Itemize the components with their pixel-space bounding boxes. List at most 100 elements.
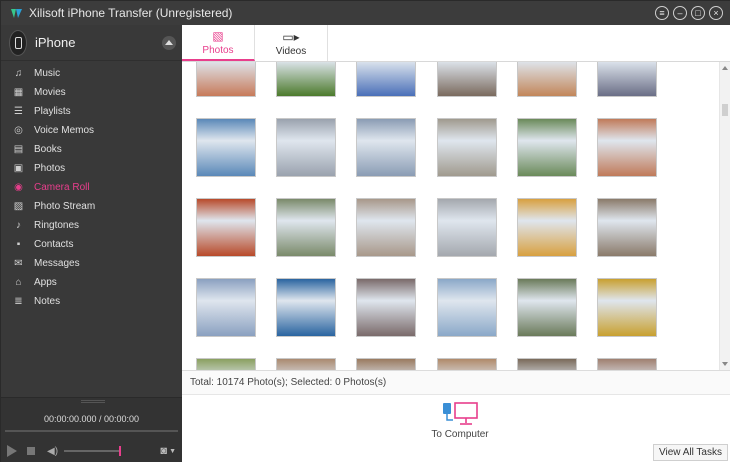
sidebar-item-label: Music (34, 68, 61, 79)
snapshot-camera-icon[interactable]: ◙ (160, 445, 167, 457)
photo-thumbnail[interactable] (517, 62, 577, 97)
iphone-icon (9, 29, 27, 56)
photo-thumbnail[interactable] (276, 62, 336, 97)
sidebar-item-label: Apps (34, 277, 57, 288)
photo-thumbnail[interactable] (437, 118, 497, 177)
movies-icon: ▦ (13, 87, 24, 98)
sidebar-item-books[interactable]: ▤ Books (1, 140, 182, 159)
photo-thumbnail[interactable] (597, 358, 657, 370)
status-bar: Total: 10174 Photo(s); Selected: 0 Photo… (182, 370, 730, 394)
messages-icon: ✉ (14, 258, 23, 269)
microphone-icon: ◎ (14, 125, 23, 136)
view-all-tasks-button[interactable]: View All Tasks (653, 444, 728, 461)
sidebar-item-label: Photos (34, 163, 66, 174)
minimize-icon[interactable]: – (673, 6, 687, 20)
scroll-up-icon[interactable] (722, 66, 728, 70)
sidebar-item-voice-memos[interactable]: ◎ Voice Memos (1, 121, 182, 140)
status-text: Total: 10174 Photo(s); Selected: 0 Photo… (190, 377, 387, 388)
notes-icon: ≣ (14, 296, 23, 307)
menu-icon[interactable]: ≡ (655, 6, 669, 20)
scroll-down-icon[interactable] (722, 362, 728, 366)
photo-thumbnail[interactable] (597, 198, 657, 257)
sidebar-item-label: Messages (34, 258, 80, 269)
app-window: Xilisoft iPhone Transfer (Unregistered) … (0, 0, 730, 462)
photo-thumbnail[interactable] (196, 198, 256, 257)
photo-thumbnail[interactable] (517, 118, 577, 177)
sidebar-item-label: Ringtones (34, 220, 80, 231)
sidebar-item-playlists[interactable]: ☰ Playlists (1, 102, 182, 121)
camera-icon: ◉ (14, 182, 23, 193)
playback-progress[interactable] (5, 430, 178, 432)
library-nav: ♫ Music ▦ Movies ☰ Playlists ◎ Voice Memos ▤ Book… (1, 61, 182, 311)
photo-thumbnail[interactable] (356, 278, 416, 337)
photo-thumbnail[interactable] (437, 62, 497, 97)
sidebar: iPhone ♫ Music ▦ Movies ☰ Playlists ◎ Voice Mem… (1, 25, 182, 462)
sidebar-item-label: Playlists (34, 106, 71, 117)
sidebar-item-ringtones[interactable]: ♪ Ringtones (1, 216, 182, 235)
photo-thumbnail[interactable] (276, 118, 336, 177)
device-header[interactable]: iPhone (1, 25, 182, 61)
player-controls: ◀) ◙ ▼ (7, 444, 176, 458)
tab-photos[interactable]: ▧ Photos (182, 25, 255, 61)
sidebar-item-label: Voice Memos (34, 125, 95, 136)
photo-thumbnail[interactable] (196, 358, 256, 370)
photo-stream-icon: ▨ (13, 201, 24, 212)
sidebar-item-apps[interactable]: ⌂ Apps (1, 273, 182, 292)
sidebar-item-contacts[interactable]: ▪ Contacts (1, 235, 182, 254)
playlists-icon: ☰ (14, 106, 23, 117)
photo-thumbnail[interactable] (276, 358, 336, 370)
player-time: 00:00:00.000 / 00:00:00 (43, 414, 140, 424)
volume-slider[interactable] (64, 446, 122, 456)
sidebar-item-notes[interactable]: ≣ Notes (1, 292, 182, 311)
photo-thumbnail[interactable] (356, 62, 416, 97)
photo-thumbnail[interactable] (437, 358, 497, 370)
stop-icon[interactable] (27, 447, 35, 455)
photo-thumbnail[interactable] (356, 118, 416, 177)
video-icon: ▭▸ (282, 29, 300, 44)
photo-thumbnail[interactable] (517, 358, 577, 370)
to-computer-label: To Computer (431, 429, 489, 440)
tab-label: Videos (275, 45, 307, 57)
sidebar-item-camera-roll[interactable]: ◉ Camera Roll (1, 178, 182, 197)
sidebar-item-label: Books (34, 144, 62, 155)
music-icon: ♫ (14, 68, 23, 79)
sidebar-item-movies[interactable]: ▦ Movies (1, 83, 182, 102)
photo-thumbnail[interactable] (597, 278, 657, 337)
eject-icon[interactable] (162, 35, 176, 50)
photo-thumbnail[interactable] (276, 278, 336, 337)
sidebar-item-photo-stream[interactable]: ▨ Photo Stream (1, 197, 182, 216)
resize-grip[interactable] (81, 400, 105, 403)
photo-thumbnail[interactable] (276, 198, 336, 257)
photo-thumbnail[interactable] (597, 62, 657, 97)
sidebar-item-messages[interactable]: ✉ Messages (1, 254, 182, 273)
to-computer-button[interactable]: To Computer (430, 401, 490, 440)
vertical-scrollbar[interactable] (719, 62, 730, 370)
play-icon[interactable] (7, 445, 17, 457)
photo-thumbnail[interactable] (437, 198, 497, 257)
photo-thumbnail[interactable] (196, 278, 256, 337)
volume-knob[interactable] (119, 446, 122, 456)
sidebar-item-label: Camera Roll (34, 182, 90, 193)
sidebar-item-music[interactable]: ♫ Music (1, 64, 182, 83)
photo-thumbnail[interactable] (196, 62, 256, 97)
sidebar-item-label: Movies (34, 87, 66, 98)
tab-videos[interactable]: ▭▸ Videos (255, 25, 328, 61)
volume-icon[interactable]: ◀) (47, 446, 58, 457)
photo-thumbnail[interactable] (356, 358, 416, 370)
chevron-down-icon[interactable]: ▼ (169, 448, 176, 455)
close-icon[interactable]: × (709, 6, 723, 20)
photo-thumbnail[interactable] (517, 198, 577, 257)
ringtones-icon: ♪ (16, 220, 21, 231)
sidebar-item-label: Contacts (34, 239, 74, 250)
photo-thumbnail[interactable] (437, 278, 497, 337)
contacts-icon: ▪ (16, 239, 21, 250)
photo-thumbnail[interactable] (356, 198, 416, 257)
scroll-thumb[interactable] (722, 104, 728, 116)
photo-gallery (182, 62, 719, 370)
app-logo-icon (9, 6, 23, 20)
photo-thumbnail[interactable] (196, 118, 256, 177)
sidebar-item-photos[interactable]: ▣ Photos (1, 159, 182, 178)
photo-thumbnail[interactable] (597, 118, 657, 177)
photo-thumbnail[interactable] (517, 278, 577, 337)
maximize-icon[interactable]: □ (691, 6, 705, 20)
